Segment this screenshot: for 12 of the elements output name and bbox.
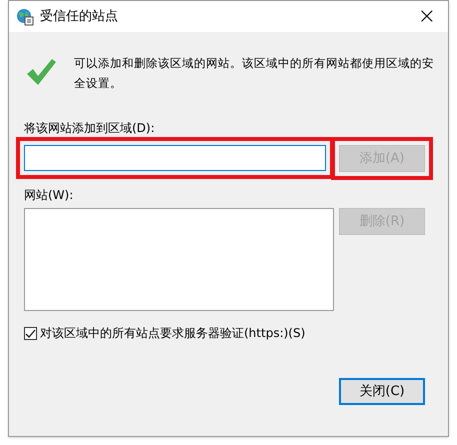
sites-list[interactable] — [24, 208, 334, 311]
close-button[interactable]: × — [418, 6, 436, 28]
globe-icon — [16, 8, 34, 26]
list-label: 网站(W): — [24, 187, 74, 204]
field-label: 将该网站添加到区域(D): — [24, 120, 156, 137]
info-message: 可以添加和删除该区域的网站。该区域中的所有网站都使用区域的安全设置。 — [74, 55, 435, 92]
site-input-field[interactable] — [24, 145, 326, 171]
checkbox[interactable] — [24, 326, 37, 340]
checkmark-icon — [25, 57, 57, 87]
close-dialog-button[interactable]: 关闭(C) — [339, 378, 425, 405]
window-title: 受信任的站点 — [40, 8, 119, 26]
https-checkbox[interactable]: 对该区域中的所有站点要求服务器验证(https:)(S) — [24, 324, 433, 342]
